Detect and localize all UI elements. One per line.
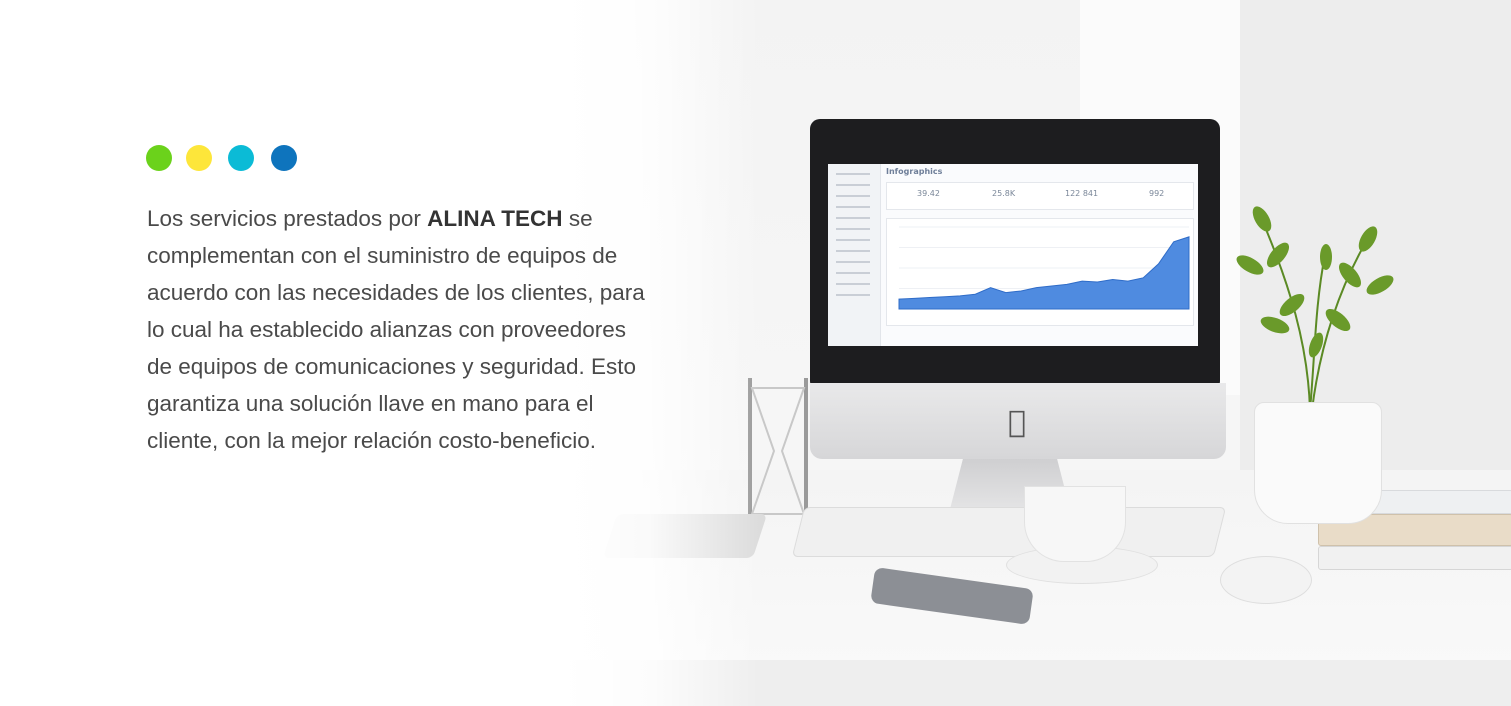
screen-chart-svg [898, 226, 1190, 310]
monitor-screen: Infographics 39.42 25.8K 122 841 992 [828, 164, 1198, 346]
dot-cyan [228, 145, 254, 171]
screen-stat: 122 841 [1065, 189, 1099, 198]
screen-stat: 992 [1149, 189, 1165, 198]
intro-paragraph: Los servicios prestados por ALINA TECH s… [147, 200, 657, 459]
dot-green [146, 145, 172, 171]
dot-blue [271, 145, 297, 171]
keyboard [791, 507, 1227, 557]
screen-stats: 39.42 25.8K 122 841 992 [886, 182, 1194, 210]
imac-monitor:  Infographics 39.42 25.8K 122 841 992 [810, 119, 1226, 459]
screen-chart [886, 218, 1194, 326]
intro-text-before: Los servicios prestados por [147, 206, 428, 231]
apple-logo-icon:  [1008, 405, 1026, 440]
screen-title: Infographics [886, 167, 943, 176]
screen-sidebar [828, 164, 881, 346]
company-name: ALINA TECH [427, 206, 563, 231]
plant-icon [1236, 206, 1394, 411]
coffee-cup [1024, 486, 1126, 562]
screen-stat: 39.42 [917, 189, 940, 198]
mouse [1220, 556, 1312, 604]
plant-pot [1254, 402, 1382, 524]
screen-stat: 25.8K [992, 189, 1016, 198]
intro-text-after: se complementan con el suministro de equ… [147, 206, 645, 453]
dot-yellow [186, 145, 212, 171]
